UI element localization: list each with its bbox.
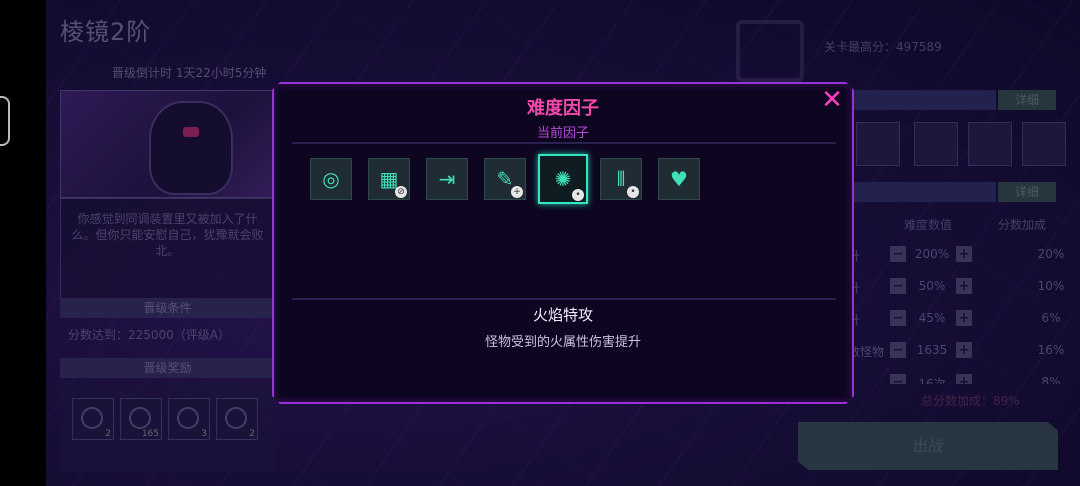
skull-badge-icon: • — [627, 186, 639, 198]
dialog-subtitle: 当前因子 — [536, 126, 589, 141]
factor-grid-block[interactable]: ▦ ⊘ — [368, 158, 410, 200]
heart-shield-icon: ♥ — [670, 167, 688, 191]
factor-ammo[interactable]: ⦀ • — [600, 158, 642, 200]
factor-target[interactable]: ◎ — [310, 158, 352, 200]
plus-badge-icon: + — [511, 186, 523, 198]
target-icon: ◎ — [322, 167, 340, 191]
factor-heart-shield[interactable]: ♥ — [658, 158, 700, 200]
factor-dash[interactable]: ⇥ — [426, 158, 468, 200]
skull-badge-icon: • — [572, 189, 584, 201]
selected-factor-name: 火焰特攻 — [532, 306, 593, 324]
divider — [292, 142, 836, 144]
close-icon[interactable]: ✕ — [820, 88, 844, 112]
fire-vortex-icon: ✺ — [554, 167, 572, 191]
difficulty-factor-dialog: 难度因子 当前因子 ✕ ◎ ▦ ⊘ ⇥ ✎ + ✺ • ⦀ • ♥ 火焰特攻 怪… — [272, 82, 854, 404]
factor-fire-special[interactable]: ✺ • — [538, 154, 588, 204]
dash-arrow-icon: ⇥ — [438, 167, 456, 191]
selected-factor-description: 怪物受到的火属性伤害提升 — [484, 335, 641, 350]
dialog-title: 难度因子 — [527, 98, 599, 119]
factor-syringe[interactable]: ✎ + — [484, 158, 526, 200]
side-pull-handle[interactable] — [0, 96, 10, 146]
block-badge-icon: ⊘ — [395, 186, 407, 198]
divider — [292, 298, 836, 300]
